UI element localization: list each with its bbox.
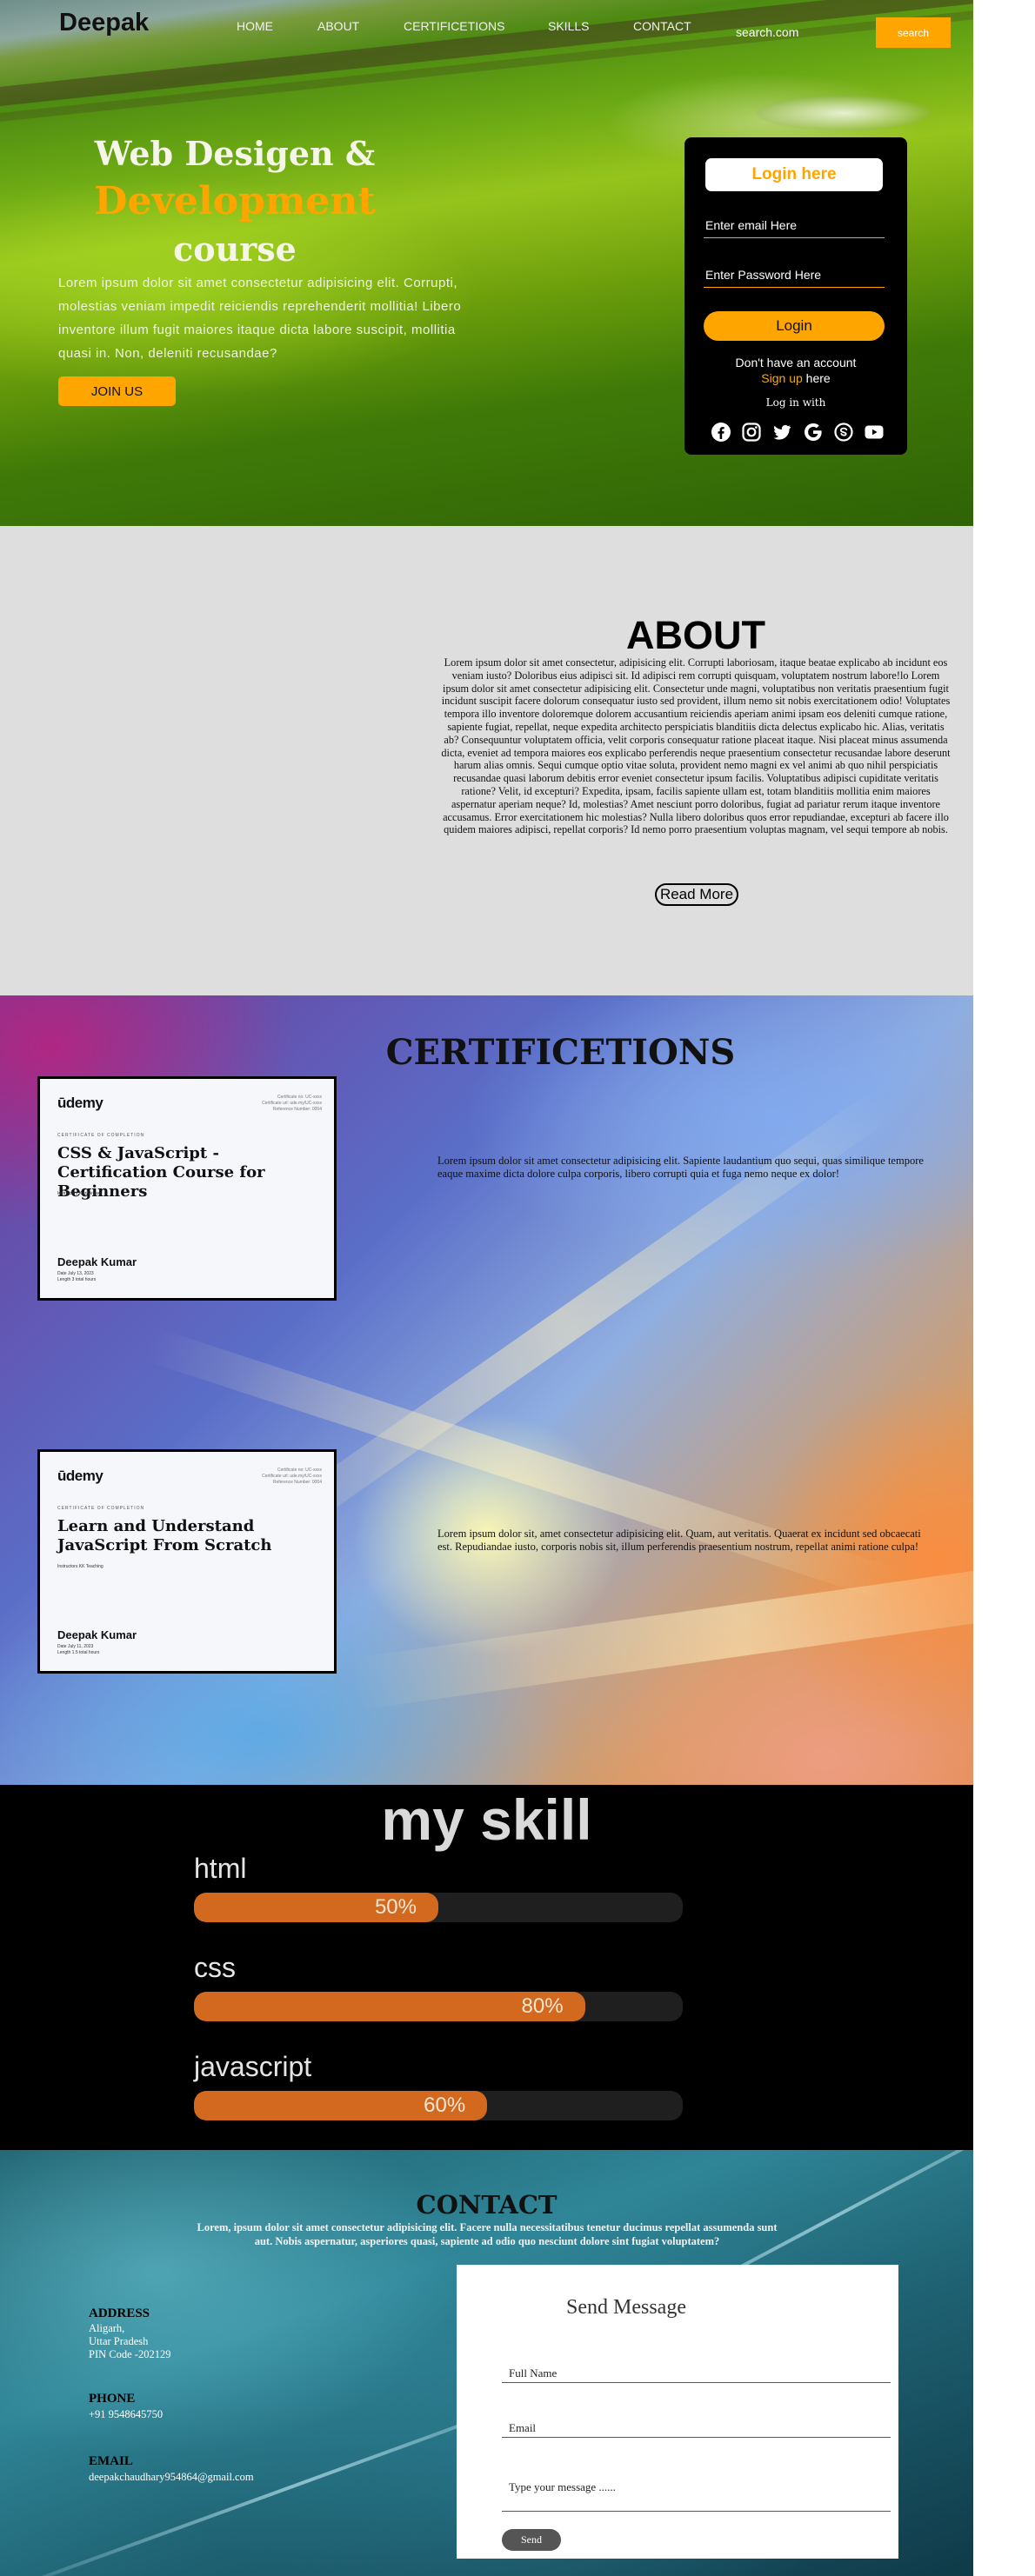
certificate-meta: Certificate no: UC-xxxx Certificate url: … bbox=[262, 1468, 322, 1485]
certificate-date-value: Date July 13, 2023 bbox=[57, 1271, 94, 1276]
email-address[interactable]: deepakchaudhary954864@gmail.com bbox=[89, 2471, 254, 2484]
page: Deepak HOME ABOUT CERTIFICETIONS SKILLS … bbox=[0, 0, 1035, 2576]
certificate-recipient: Deepak Kumar bbox=[57, 1628, 137, 1641]
phone-heading: PHONE bbox=[89, 2392, 136, 2406]
contact-form: Send Message Send bbox=[457, 2265, 898, 2559]
log-in-with-label: Log in with bbox=[765, 396, 826, 409]
skills-section: my skill html 50% css 80% javascript 60% bbox=[0, 1785, 973, 2150]
udemy-logo: ūdemy bbox=[57, 1095, 104, 1111]
instagram-icon[interactable] bbox=[741, 422, 762, 443]
phone-number[interactable]: +91 9548645750 bbox=[89, 2408, 163, 2421]
skill-bar-html: 50% bbox=[194, 1893, 683, 1922]
certificate-date: Date July 13, 2023 Length 3 total hours bbox=[57, 1271, 96, 1283]
full-name-field[interactable] bbox=[502, 2364, 891, 2383]
address-line: PIN Code -202129 bbox=[89, 2348, 171, 2360]
hero-text: Lorem ipsum dolor sit amet consectetur a… bbox=[58, 276, 462, 361]
login-card: Login here Login Don't have an account S… bbox=[684, 137, 907, 455]
email-heading: EMAIL bbox=[89, 2454, 133, 2468]
address-heading: ADDRESS bbox=[89, 2306, 150, 2320]
skill-fill-javascript: 60% bbox=[194, 2091, 488, 2120]
certificate-instructors: Instructors KK Teaching bbox=[57, 1564, 104, 1569]
certificate-description: Lorem ipsum dolor sit, amet consectetur … bbox=[437, 1528, 921, 1553]
certificate-date: Date July 11, 2023 Length 1.5 total hours bbox=[57, 1644, 99, 1656]
nav-link-certifications[interactable]: CERTIFICETIONS bbox=[404, 19, 504, 33]
certificate-date-value: Date July 11, 2023 bbox=[57, 1644, 94, 1649]
certificate-meta: Certificate no: UC-xxxx Certificate url: … bbox=[262, 1095, 322, 1112]
facebook-icon[interactable] bbox=[711, 422, 731, 443]
certificate-caption: CERTIFICATE OF COMPLETION bbox=[57, 1506, 145, 1511]
contact-title: CONTACT bbox=[416, 2190, 558, 2220]
hero-title-line3: course bbox=[173, 230, 297, 269]
certificate-length: Length 1.5 total hours bbox=[57, 1650, 100, 1655]
contact-email-field[interactable] bbox=[502, 2419, 891, 2438]
certificate-caption: CERTIFICATE OF COMPLETION bbox=[57, 1133, 145, 1138]
google-icon[interactable] bbox=[803, 422, 824, 443]
send-button[interactable]: Send bbox=[502, 2529, 561, 2551]
login-button[interactable]: Login bbox=[704, 311, 885, 341]
signup-link[interactable]: Sign up bbox=[761, 371, 802, 385]
certificate-course-title: Learn and Understand JavaScript From Scr… bbox=[57, 1517, 272, 1554]
twitter-icon[interactable] bbox=[771, 422, 792, 443]
youtube-icon[interactable] bbox=[864, 422, 885, 443]
skill-fill-html: 50% bbox=[194, 1893, 438, 1922]
certificate-description: Lorem ipsum dolor sit amet consectetur a… bbox=[437, 1155, 924, 1180]
message-field[interactable] bbox=[502, 2468, 891, 2512]
about-section: ABOUT Lorem ipsum dolor sit amet consect… bbox=[0, 526, 973, 995]
nav-link-home[interactable]: HOME bbox=[237, 19, 273, 33]
address-line: Uttar Pradesh bbox=[89, 2335, 149, 2347]
about-text: Lorem ipsum dolor sit amet consectetur, … bbox=[441, 656, 951, 836]
email-field[interactable] bbox=[704, 212, 885, 238]
certificate-length: Length 3 total hours bbox=[57, 1277, 97, 1282]
contact-subtitle: Lorem, ipsum dolor sit amet consectetur … bbox=[197, 2221, 778, 2247]
certificate-card[interactable]: ūdemy Certificate no: UC-xxxx Certificate… bbox=[37, 1076, 337, 1301]
certificate-instructors: Instructors Kazi Ariyan bbox=[57, 1191, 101, 1196]
skill-label-javascript: javascript bbox=[194, 2051, 312, 2082]
hero-section: Deepak HOME ABOUT CERTIFICETIONS SKILLS … bbox=[0, 0, 973, 526]
about-title: ABOUT bbox=[626, 613, 765, 657]
join-us-button[interactable]: JOIN US bbox=[58, 376, 176, 406]
read-more-button[interactable]: Read More bbox=[655, 883, 738, 906]
skill-fill-css: 80% bbox=[194, 1992, 585, 2021]
hero-trees bbox=[757, 96, 931, 130]
certifications-title: CERTIFICETIONS bbox=[385, 1032, 736, 1073]
password-field[interactable] bbox=[704, 262, 885, 288]
social-login-row bbox=[711, 422, 885, 443]
skill-label-css: css bbox=[194, 1952, 236, 1983]
signup-suffix: here bbox=[805, 371, 831, 385]
udemy-logo: ūdemy bbox=[57, 1468, 104, 1484]
address-line: Aligarh, bbox=[89, 2322, 125, 2334]
skype-icon[interactable] bbox=[833, 422, 854, 443]
certificate-recipient: Deepak Kumar bbox=[57, 1255, 137, 1268]
no-account-text: Don't have an account bbox=[735, 356, 857, 369]
search-input[interactable] bbox=[736, 23, 866, 42]
signup-line: Sign up here bbox=[684, 371, 907, 385]
nav-link-about[interactable]: ABOUT bbox=[317, 19, 359, 33]
contact-section: CONTACT Lorem, ipsum dolor sit amet cons… bbox=[0, 2150, 973, 2576]
page-gutter bbox=[973, 0, 1035, 2576]
certificate-card[interactable]: ūdemy Certificate no: UC-xxxx Certificate… bbox=[37, 1449, 337, 1674]
certifications-section: CERTIFICETIONS ūdemy Certificate no: UC-… bbox=[0, 995, 973, 1785]
hero-title-line2: Development bbox=[94, 179, 376, 223]
hero-title-line1: Web Desigen & bbox=[94, 134, 376, 173]
skill-bar-javascript: 60% bbox=[194, 2091, 683, 2120]
login-title: Login here bbox=[705, 158, 883, 191]
nav-link-skills[interactable]: SKILLS bbox=[548, 19, 589, 33]
skills-title: my skill bbox=[381, 1787, 592, 1852]
skill-label-html: html bbox=[194, 1853, 247, 1884]
search-button[interactable]: search bbox=[876, 17, 951, 48]
form-title: Send Message bbox=[566, 2296, 686, 2319]
skill-bar-css: 80% bbox=[194, 1992, 683, 2021]
nav-link-contact[interactable]: CONTACT bbox=[633, 19, 691, 33]
nav-logo[interactable]: Deepak bbox=[59, 9, 149, 37]
